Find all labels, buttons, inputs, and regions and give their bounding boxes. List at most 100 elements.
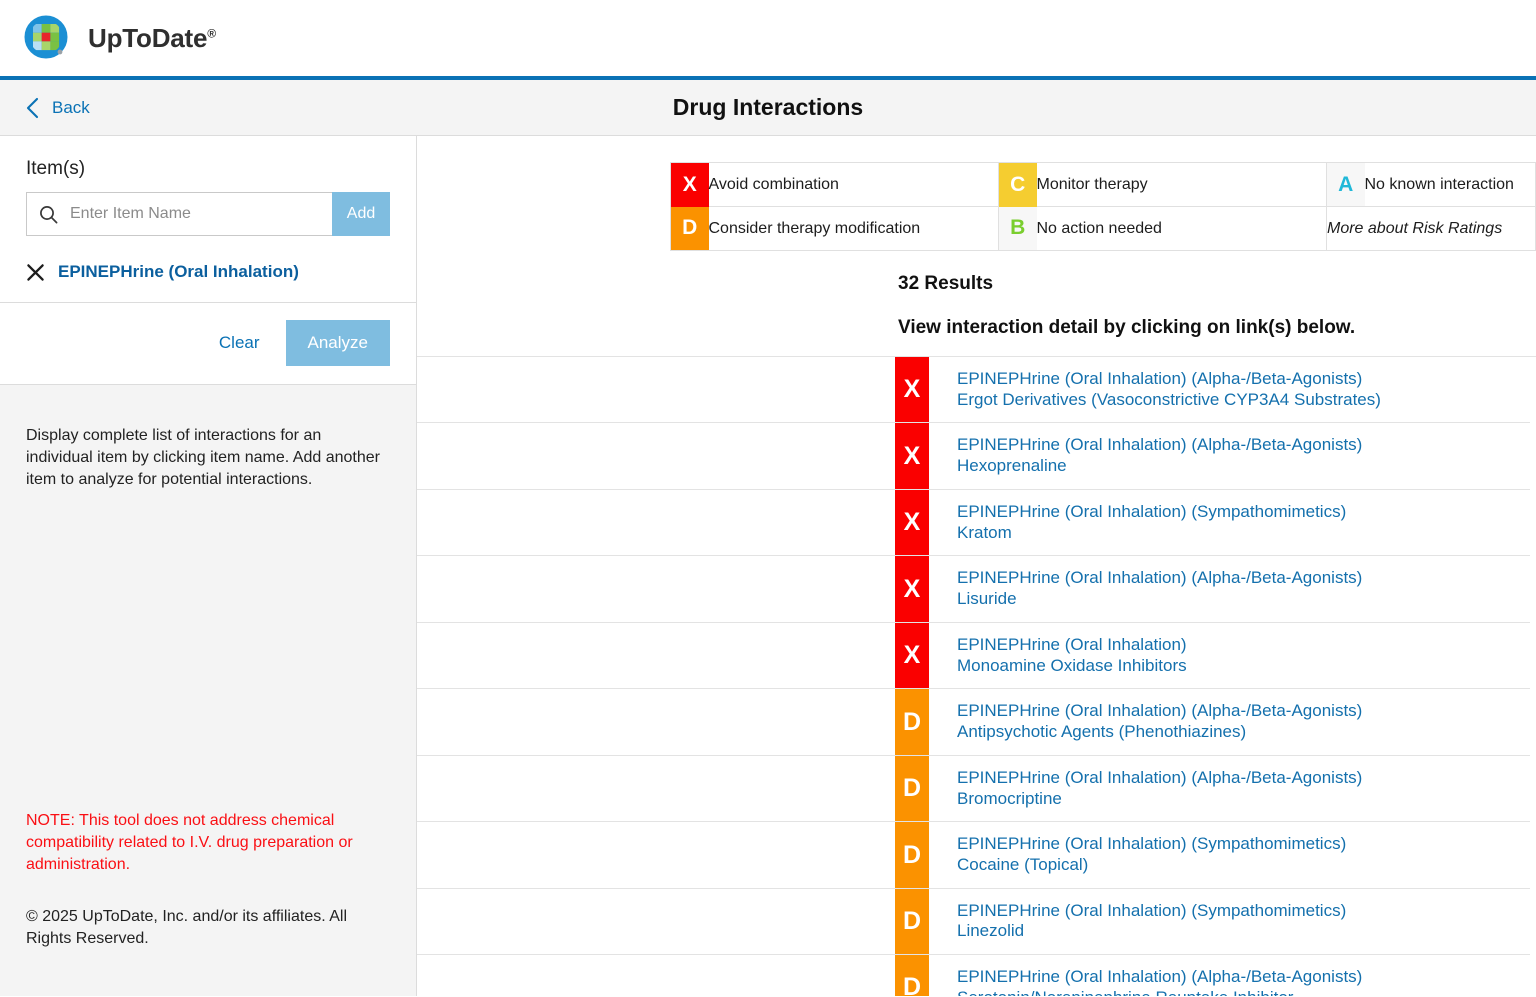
analyze-button[interactable]: Analyze	[286, 320, 390, 366]
interaction-link-secondary[interactable]: Linezolid	[957, 921, 1346, 942]
interaction-link-secondary[interactable]: Hexoprenaline	[957, 456, 1362, 477]
legend-row: D Consider therapy modification B No act…	[671, 207, 1536, 251]
search-input[interactable]	[68, 204, 332, 224]
interaction-link-secondary[interactable]: Cocaine (Topical)	[957, 855, 1346, 876]
legend-text-a: No known interaction	[1365, 163, 1536, 207]
more-about-risk-ratings-link[interactable]: More about Risk Ratings	[1327, 207, 1536, 251]
risk-rating-badge: X	[895, 357, 929, 422]
interaction-links: EPINEPHrine (Oral Inhalation) (Sympathom…	[929, 889, 1346, 954]
sidebar-search-section: Item(s) Add	[0, 136, 416, 236]
legend-row: X Avoid combination C Monitor therapy A …	[671, 163, 1536, 207]
interaction-link-primary[interactable]: EPINEPHrine (Oral Inhalation) (Alpha-/Be…	[957, 435, 1362, 456]
back-button[interactable]: Back	[0, 96, 96, 120]
interaction-link-primary[interactable]: EPINEPHrine (Oral Inhalation) (Alpha-/Be…	[957, 701, 1362, 722]
legend-badge-b: B	[999, 207, 1037, 251]
risk-rating-badge: D	[895, 889, 929, 954]
search-box[interactable]	[26, 192, 332, 236]
interaction-link-secondary[interactable]: Kratom	[957, 523, 1346, 544]
interaction-links: EPINEPHrine (Oral Inhalation) (Alpha-/Be…	[929, 689, 1362, 754]
interaction-links: EPINEPHrine (Oral Inhalation) (Alpha-/Be…	[929, 423, 1362, 488]
interaction-link-primary[interactable]: EPINEPHrine (Oral Inhalation) (Alpha-/Be…	[957, 369, 1381, 390]
uptodate-globe-logo	[24, 15, 70, 61]
table-row[interactable]: D EPINEPHrine (Oral Inhalation) (Sympatho…	[417, 822, 1530, 888]
risk-rating-legend: X Avoid combination C Monitor therapy A …	[670, 162, 1536, 251]
risk-rating-badge: X	[895, 623, 929, 688]
table-row[interactable]: D EPINEPHrine (Oral Inhalation) (Alpha-/B…	[417, 689, 1530, 755]
table-row[interactable]: X EPINEPHrine (Oral Inhalation) (Sympatho…	[417, 490, 1530, 556]
results-count: 32 Results	[898, 273, 1536, 295]
results-instruction: View interaction detail by clicking on l…	[898, 317, 1536, 339]
add-button[interactable]: Add	[332, 192, 390, 236]
legend-text-x: Avoid combination	[709, 163, 999, 207]
interaction-link-secondary[interactable]: Ergot Derivatives (Vasoconstrictive CYP3…	[957, 390, 1381, 411]
selected-item-name[interactable]: EPINEPHrine (Oral Inhalation)	[58, 262, 299, 282]
interaction-links: EPINEPHrine (Oral Inhalation) (Sympathom…	[929, 490, 1346, 555]
search-row: Add	[26, 192, 390, 236]
table-row[interactable]: X EPINEPHrine (Oral Inhalation) (Alpha-/B…	[417, 556, 1530, 622]
legend-badge-c: C	[999, 163, 1037, 207]
sidebar-actions-row: Clear Analyze	[0, 303, 416, 385]
legend-text-c: Monitor therapy	[1037, 163, 1327, 207]
interaction-links: EPINEPHrine (Oral Inhalation)Monoamine O…	[929, 623, 1187, 688]
sidebar-footer: NOTE: This tool does not address chemica…	[26, 794, 390, 996]
risk-rating-badge: D	[895, 689, 929, 754]
interaction-link-secondary[interactable]: Serotonin/Norepinephrine Reuptake Inhibi…	[957, 988, 1362, 996]
selected-item-row: EPINEPHrine (Oral Inhalation)	[0, 236, 416, 303]
table-row[interactable]: X EPINEPHrine (Oral Inhalation) (Alpha-/B…	[417, 357, 1530, 423]
copyright-text: © 2025 UpToDate, Inc. and/or its affilia…	[26, 906, 386, 950]
brand-bar: UpToDate®	[0, 0, 1536, 76]
interaction-link-primary[interactable]: EPINEPHrine (Oral Inhalation) (Alpha-/Be…	[957, 568, 1362, 589]
page-title: Drug Interactions	[0, 94, 1536, 121]
interaction-link-primary[interactable]: EPINEPHrine (Oral Inhalation) (Sympathom…	[957, 834, 1346, 855]
table-row[interactable]: XEPINEPHrine (Oral Inhalation)Monoamine …	[417, 623, 1530, 689]
risk-rating-badge: X	[895, 556, 929, 621]
helper-text: Display complete list of interactions fo…	[26, 425, 390, 491]
risk-rating-badge: D	[895, 756, 929, 821]
interaction-link-primary[interactable]: EPINEPHrine (Oral Inhalation) (Alpha-/Be…	[957, 768, 1362, 789]
table-row[interactable]: X EPINEPHrine (Oral Inhalation) (Alpha-/B…	[417, 423, 1530, 489]
interaction-link-primary[interactable]: EPINEPHrine (Oral Inhalation) (Alpha-/Be…	[957, 967, 1362, 988]
legend-text-b: No action needed	[1037, 207, 1327, 251]
registered-mark: ®	[207, 26, 216, 40]
sidebar: Item(s) Add	[0, 136, 417, 996]
main-panel: X Avoid combination C Monitor therapy A …	[417, 136, 1536, 996]
risk-rating-badge: X	[895, 490, 929, 555]
chevron-left-icon	[26, 97, 40, 119]
close-x-icon[interactable]	[26, 263, 45, 282]
results-header: 32 Results View interaction detail by cl…	[417, 251, 1536, 339]
uptodate-globe-logo-svg	[24, 15, 70, 61]
table-row[interactable]: D EPINEPHrine (Oral Inhalation) (Sympatho…	[417, 889, 1530, 955]
search-icon	[39, 205, 68, 224]
interaction-links: EPINEPHrine (Oral Inhalation) (Alpha-/Be…	[929, 556, 1362, 621]
table-row[interactable]: D EPINEPHrine (Oral Inhalation) (Alpha-/B…	[417, 756, 1530, 822]
legend-badge-d: D	[671, 207, 709, 251]
interaction-links: EPINEPHrine (Oral Inhalation) (Alpha-/Be…	[929, 756, 1362, 821]
brand-title-text: UpToDate	[88, 23, 207, 53]
interaction-link-primary[interactable]: EPINEPHrine (Oral Inhalation) (Sympathom…	[957, 901, 1346, 922]
risk-rating-badge: D	[895, 822, 929, 887]
results-list: X EPINEPHrine (Oral Inhalation) (Alpha-/B…	[417, 356, 1536, 996]
legend-badge-x: X	[671, 163, 709, 207]
interaction-link-secondary[interactable]: Lisuride	[957, 589, 1362, 610]
note-text: NOTE: This tool does not address chemica…	[26, 810, 386, 876]
interaction-link-secondary[interactable]: Antipsychotic Agents (Phenothiazines)	[957, 722, 1362, 743]
risk-rating-badge: D	[895, 955, 929, 996]
interaction-link-primary[interactable]: EPINEPHrine (Oral Inhalation)	[957, 635, 1187, 656]
risk-rating-badge: X	[895, 423, 929, 488]
interaction-links: EPINEPHrine (Oral Inhalation) (Alpha-/Be…	[929, 357, 1381, 422]
interaction-links: EPINEPHrine (Oral Inhalation) (Alpha-/Be…	[929, 955, 1362, 996]
interaction-link-primary[interactable]: EPINEPHrine (Oral Inhalation) (Sympathom…	[957, 502, 1346, 523]
table-row[interactable]: D EPINEPHrine (Oral Inhalation) (Alpha-/B…	[417, 955, 1530, 996]
back-button-label: Back	[52, 98, 90, 118]
interaction-link-secondary[interactable]: Bromocriptine	[957, 789, 1362, 810]
legend-text-d: Consider therapy modification	[709, 207, 999, 251]
clear-button[interactable]: Clear	[203, 325, 276, 361]
interaction-link-secondary[interactable]: Monoamine Oxidase Inhibitors	[957, 656, 1187, 677]
legend-badge-a: A	[1327, 163, 1365, 207]
sub-header: Back Drug Interactions	[0, 80, 1536, 136]
interaction-links: EPINEPHrine (Oral Inhalation) (Sympathom…	[929, 822, 1346, 887]
sidebar-info-panel: Display complete list of interactions fo…	[0, 385, 416, 996]
body-split: Item(s) Add	[0, 136, 1536, 996]
items-label: Item(s)	[26, 158, 390, 180]
brand-title: UpToDate®	[88, 25, 216, 51]
